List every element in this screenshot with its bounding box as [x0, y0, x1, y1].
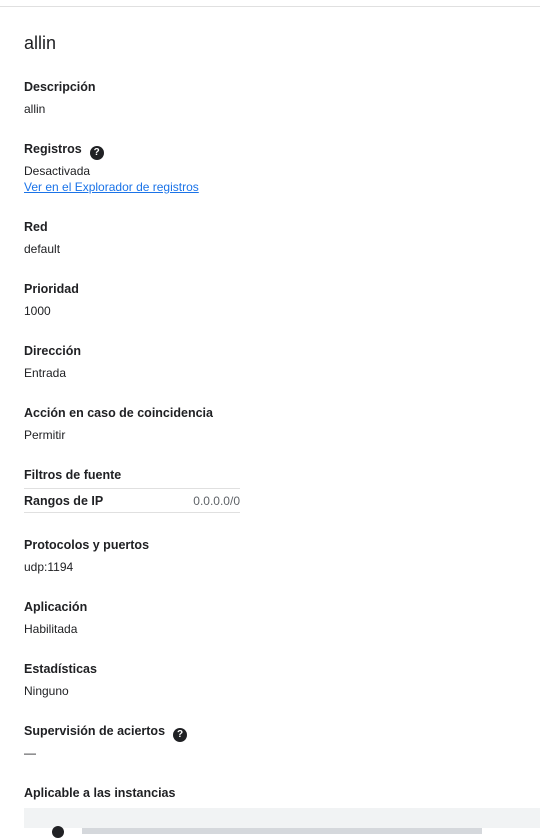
top-divider	[0, 6, 540, 7]
protocolos-value: udp:1194	[24, 560, 74, 574]
prioridad-label: Prioridad	[24, 282, 79, 296]
supervision-label: Supervisión de aciertos?	[24, 723, 188, 742]
instances-panel	[24, 808, 540, 838]
direccion-value: Entrada	[24, 366, 67, 380]
descripcion-value: allin	[24, 102, 46, 116]
red-value: default	[24, 242, 61, 256]
registros-value: Desactivada	[24, 164, 91, 178]
source-filters-table: Rangos de IP 0.0.0.0/0	[24, 488, 240, 513]
panel-text-placeholder	[82, 828, 482, 834]
aplicacion-value: Habilitada	[24, 622, 78, 636]
estadisticas-label: Estadísticas	[24, 662, 97, 676]
accion-label: Acción en caso de coincidencia	[24, 406, 213, 420]
supervision-value: —	[24, 746, 36, 760]
registros-label: Registros?	[24, 141, 104, 160]
supervision-label-text: Supervisión de aciertos	[24, 724, 166, 738]
aplicacion-label: Aplicación	[24, 600, 88, 614]
red-label: Red	[24, 220, 48, 234]
filtros-label: Filtros de fuente	[24, 468, 122, 482]
logs-explorer-link[interactable]: Ver en el Explorador de registros	[24, 179, 199, 195]
ip-ranges-value: 0.0.0.0/0	[193, 494, 240, 508]
help-circle-icon[interactable]: ?	[173, 728, 188, 742]
descripcion-label: Descripción	[24, 80, 96, 94]
page-title: allin	[24, 33, 57, 53]
estadisticas-value: Ninguno	[24, 684, 69, 698]
direccion-label: Dirección	[24, 344, 81, 358]
protocolos-label: Protocolos y puertos	[24, 538, 150, 552]
help-circle-icon[interactable]: ?	[89, 146, 104, 160]
ip-ranges-key: Rangos de IP	[24, 494, 104, 508]
aplicable-label: Aplicable a las instancias	[24, 786, 176, 800]
accion-value: Permitir	[24, 428, 66, 442]
registros-label-text: Registros	[24, 142, 82, 156]
prioridad-value: 1000	[24, 304, 51, 318]
